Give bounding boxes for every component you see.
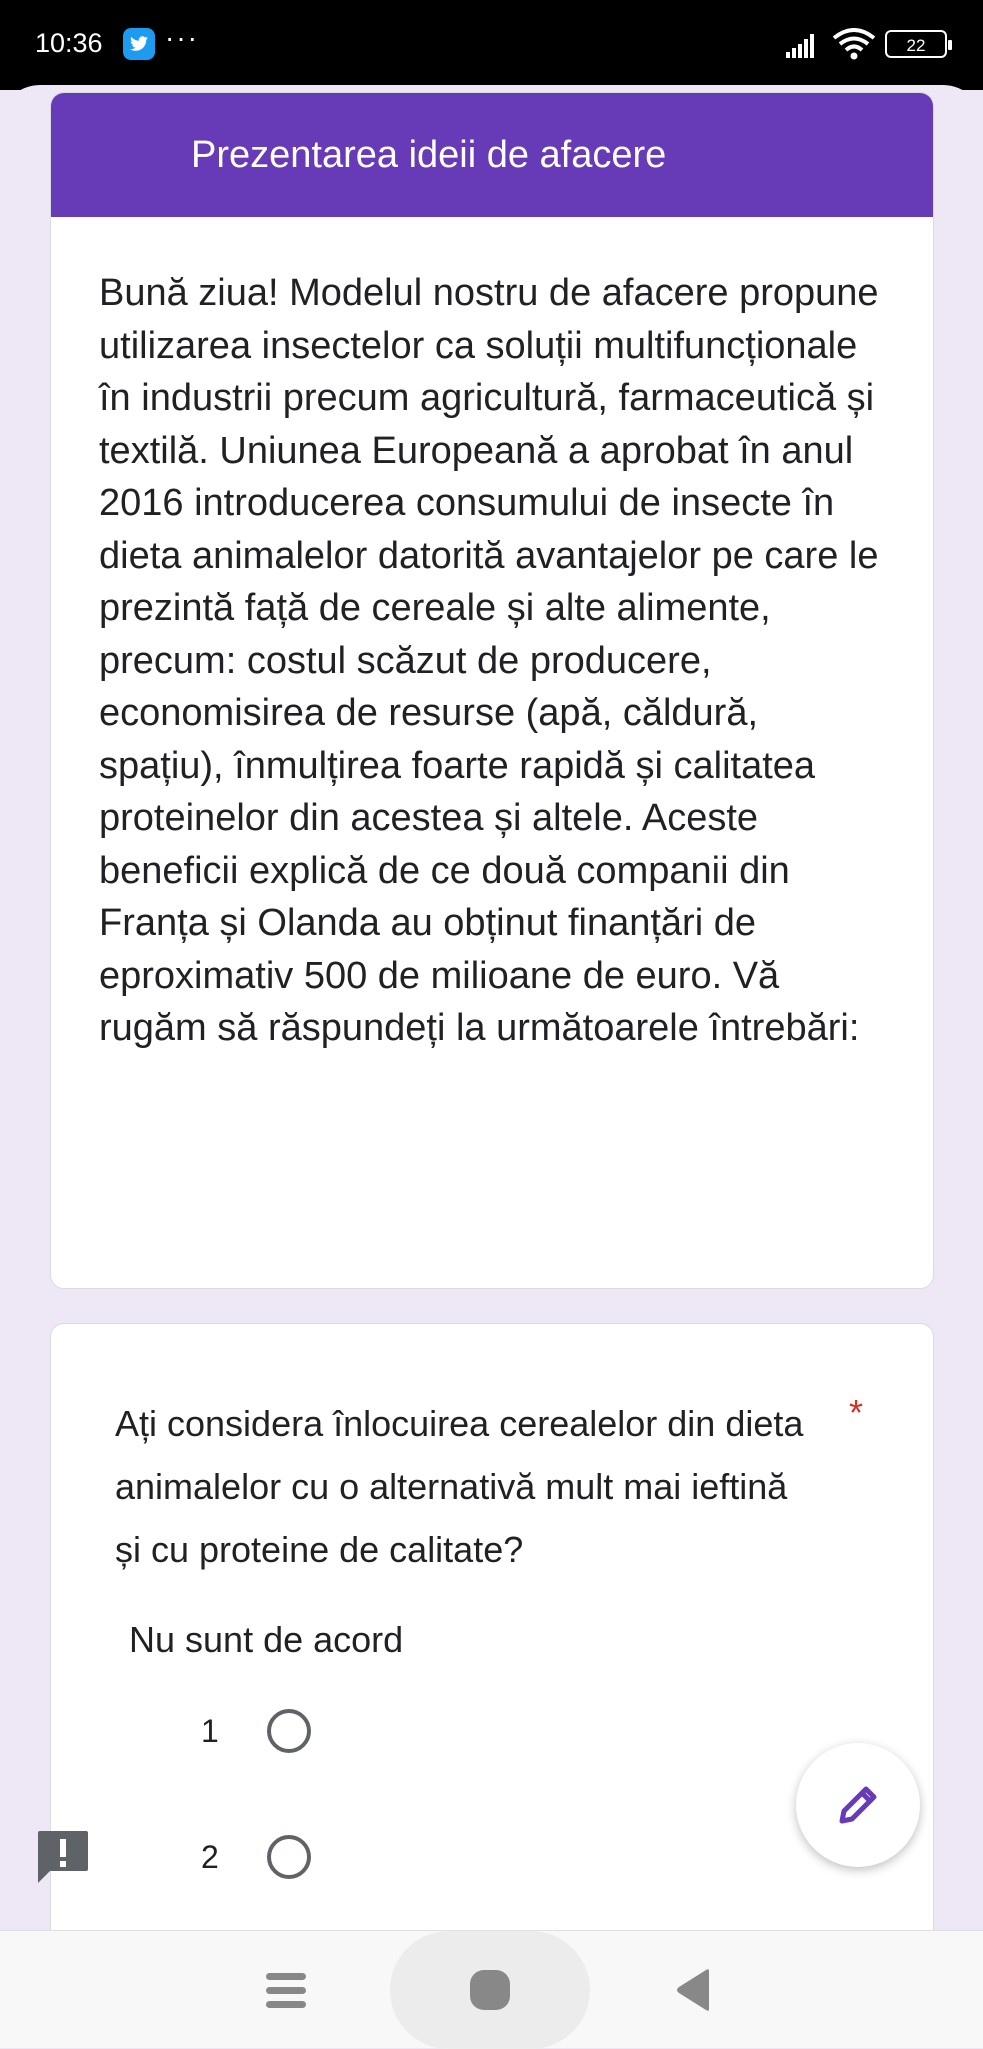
scale-low-label: Nu sunt de acord bbox=[129, 1619, 404, 1660]
option-label: 1 bbox=[201, 1713, 219, 1749]
pencil-icon bbox=[839, 1786, 877, 1824]
feedback-icon[interactable] bbox=[36, 1829, 92, 1890]
home-icon bbox=[470, 1970, 510, 2010]
battery-indicator: 22 bbox=[885, 30, 952, 58]
radio-button[interactable] bbox=[267, 1835, 311, 1879]
more-notifications-icon: ··· bbox=[165, 22, 199, 53]
twitter-icon bbox=[123, 28, 155, 60]
form-title: Prezentarea ideii de afacere bbox=[51, 93, 933, 217]
navigation-bar bbox=[0, 1930, 983, 2049]
edit-fab-button[interactable] bbox=[796, 1743, 920, 1867]
menu-icon[interactable] bbox=[266, 1973, 306, 2014]
back-icon[interactable] bbox=[673, 1967, 713, 2018]
required-indicator: * bbox=[849, 1392, 864, 1433]
signal-icon bbox=[786, 32, 820, 63]
status-bar: 10:36 ··· 22 bbox=[0, 0, 983, 90]
form-description: Bună ziua! Modelul nostru de afacere pro… bbox=[99, 272, 879, 1049]
form-header-card: Prezentarea ideii de afacere Bună ziua! … bbox=[50, 92, 934, 1289]
status-time: 10:36 bbox=[35, 28, 103, 58]
option-label: 2 bbox=[201, 1839, 219, 1875]
question-card: Ați considera înlocuirea cerealelor din … bbox=[50, 1323, 934, 1943]
wifi-icon bbox=[832, 28, 876, 67]
radio-button[interactable] bbox=[267, 1709, 311, 1753]
home-button[interactable] bbox=[390, 1931, 590, 2049]
question-text: Ați considera înlocuirea cerealelor din … bbox=[115, 1403, 804, 1570]
